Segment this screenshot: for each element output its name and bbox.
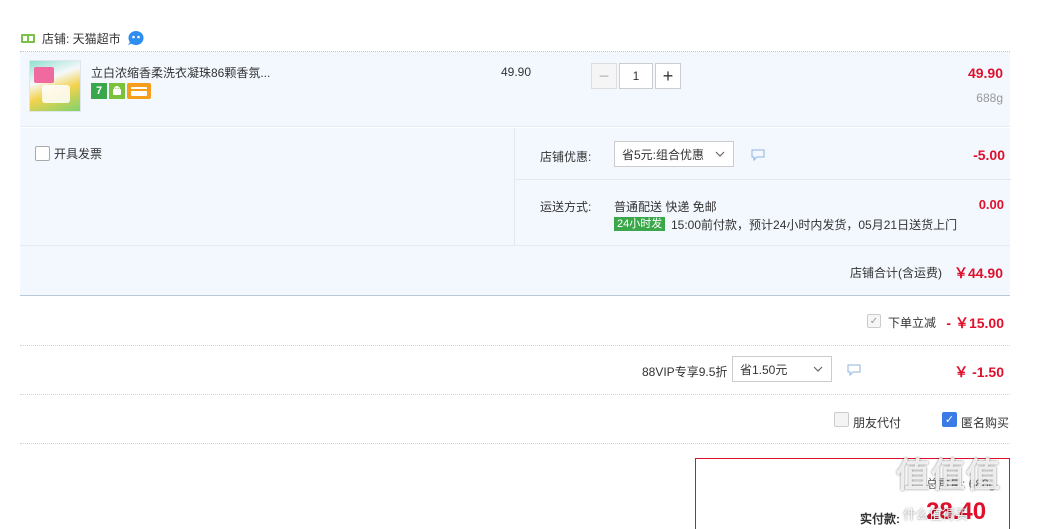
seven-day-return-icon: 7 xyxy=(91,83,107,99)
vip-discount-select-value: 省1.50元 xyxy=(740,362,788,377)
increase-quantity-button[interactable]: + xyxy=(655,63,681,89)
vip-discount-select[interactable]: 省1.50元 xyxy=(732,356,832,382)
android-icon xyxy=(109,83,125,99)
shipping-detail: 15:00前付款，预计24小时内发货，05月21日送货上门 xyxy=(671,218,958,232)
shop-subtotal-row: 店铺合计(含运费) ￥44.90 xyxy=(20,245,1010,296)
store-icon xyxy=(20,32,36,44)
card-payment-icon xyxy=(127,83,151,99)
shipping-label: 运送方式: xyxy=(540,200,592,214)
watermark-url: 什么值得买 xyxy=(903,507,969,522)
invoice-checkbox[interactable] xyxy=(35,146,50,161)
vip-discount-row: 88VIP专享9.5折 省1.50元 ￥ -1.50 xyxy=(20,346,1010,395)
vip-discount-label: 88VIP专享9.5折 xyxy=(642,365,728,379)
store-header: 店铺: 天猫超市 xyxy=(20,27,145,49)
message-icon[interactable] xyxy=(847,364,861,377)
decrease-quantity-button[interactable]: − xyxy=(591,63,617,89)
unit-price: 49.90 xyxy=(501,65,532,79)
invoice-option[interactable]: 开具发票 xyxy=(35,145,102,162)
wangwang-chat-icon[interactable] xyxy=(127,30,145,46)
shop-discount-label: 店铺优惠: xyxy=(540,150,592,164)
product-title[interactable]: 立白浓缩香柔洗衣凝珠86颗香氛... xyxy=(91,64,270,81)
shop-options: 店铺优惠: 省5元:组合优惠 -5.00 运送方式: 普通配送 快递 免邮 24… xyxy=(514,128,1011,245)
vip-discount-amount: ￥ -1.50 xyxy=(954,364,1004,380)
friend-pay-checkbox[interactable] xyxy=(834,412,849,427)
shop-discount-select-value: 省5元:组合优惠 xyxy=(622,147,705,162)
store-name[interactable]: 店铺: 天猫超市 xyxy=(42,30,121,47)
order-discount-amount: - ￥15.00 xyxy=(946,315,1004,331)
message-icon[interactable] xyxy=(751,149,765,162)
thumbnail-pack xyxy=(42,85,70,103)
shipping-24h-badge: 24小时发 xyxy=(614,217,666,231)
actual-payment-label: 实付款: xyxy=(860,512,900,526)
shipping-method: 普通配送 快递 免邮 xyxy=(614,200,717,214)
order-options: 开具发票 店铺优惠: 省5元:组合优惠 -5.00 运送方式: 普通配送 快递 … xyxy=(20,128,1011,245)
subtotal-value: ￥44.90 xyxy=(953,265,1003,281)
anonymous-purchase-checkbox[interactable]: ✓ xyxy=(942,412,957,427)
invoice-label: 开具发票 xyxy=(54,147,103,161)
order-discount-label: 下单立减 xyxy=(888,316,937,330)
cart-item-row: 立白浓缩香柔洗衣凝珠86颗香氛... 7 49.90 − 1 + 49.90 6… xyxy=(20,52,1010,127)
product-tags: 7 xyxy=(91,83,151,99)
item-line-total: 49.90 xyxy=(967,65,1003,81)
product-thumbnail[interactable] xyxy=(29,60,81,112)
quantity-input[interactable]: 1 xyxy=(619,63,653,89)
thumbnail-badge xyxy=(34,67,54,83)
anonymous-purchase-label[interactable]: 匿名购买 xyxy=(961,414,1009,431)
order-discount-checkbox[interactable]: ✓ xyxy=(867,314,881,328)
item-weight: 688g xyxy=(976,91,1003,105)
shop-discount-row: 店铺优惠: 省5元:组合优惠 -5.00 xyxy=(515,128,1011,180)
friend-pay-label[interactable]: 朋友代付 xyxy=(853,414,901,431)
extra-options-row: 朋友代付 ✓ 匿名购买 xyxy=(20,395,1010,444)
watermark-logo: 值值值 xyxy=(896,457,1001,495)
quantity-stepper: − 1 + xyxy=(591,63,681,89)
shipping-amount: 0.00 xyxy=(978,197,1004,212)
chevron-down-icon xyxy=(813,363,823,373)
chevron-down-icon xyxy=(715,148,725,158)
subtotal-label: 店铺合计(含运费) xyxy=(850,266,942,280)
shop-discount-amount: -5.00 xyxy=(973,147,1005,163)
shop-discount-select[interactable]: 省5元:组合优惠 xyxy=(614,141,734,167)
order-discount-row: ✓ 下单立减 - ￥15.00 xyxy=(20,296,1010,346)
